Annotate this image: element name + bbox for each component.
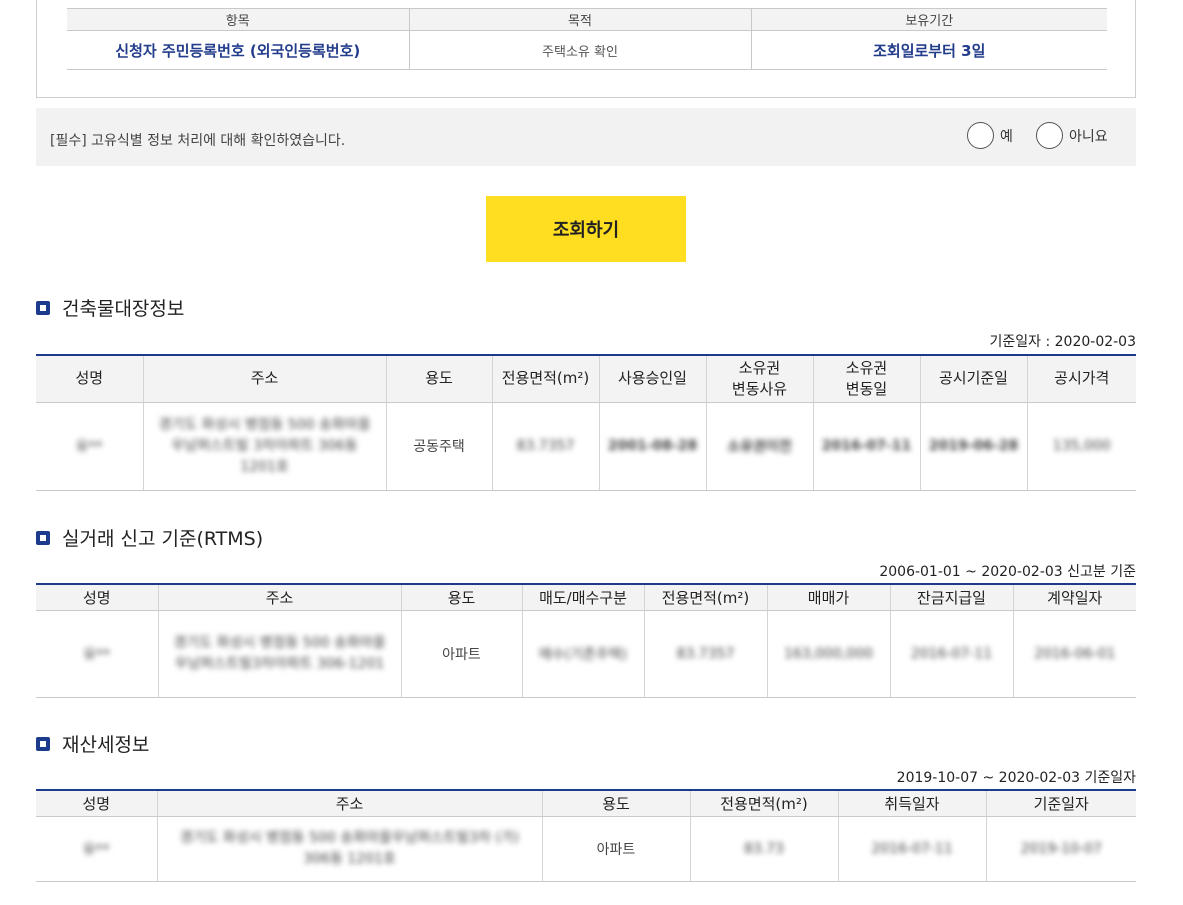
tax-use: 아파트 xyxy=(541,816,690,882)
building-col-change-reason: 소유권 변동사유 xyxy=(705,355,813,403)
consent-retention: 조회일로부터 3일 xyxy=(750,30,1107,70)
building-owner-name: 유** xyxy=(36,402,143,491)
table-row: 유** 경기도 화성시 병점동 500 송화마을우남퍼스트빌 3차아파트 306… xyxy=(36,402,1136,491)
building-col-area: 전용면적(m²) xyxy=(491,355,599,403)
building-area: 83.7357 xyxy=(491,402,599,491)
building-change-reason: 소유권이전 xyxy=(705,402,813,491)
rtms-col-payment-date: 잔금지급일 xyxy=(889,584,1013,611)
building-change-date: 2016-07-11 xyxy=(812,402,920,491)
rtms-table: 성명 주소 용도 매도/매수구분 전용면적(m²) 매매가 잔금지급일 계약일자… xyxy=(36,583,1136,698)
building-notice-date: 2019-06-28 xyxy=(919,402,1027,491)
consent-info-box: 항목 목적 보유기간 신청자 주민등록번호 (외국인등록번호) 주택소유 확인 … xyxy=(36,0,1136,98)
inquiry-button[interactable]: 조회하기 xyxy=(486,196,686,262)
consent-purpose: 주택소유 확인 xyxy=(408,30,751,70)
building-col-address: 주소 xyxy=(142,355,386,403)
radio-no[interactable]: 아니요 xyxy=(1036,122,1108,149)
rtms-trade-type: 매수(기존주택) xyxy=(521,610,644,698)
radio-no-label[interactable]: 아니요 xyxy=(1069,126,1108,146)
tax-basis-date: 2019-10-07 ~ 2020-02-03 기준일자 xyxy=(896,770,1136,786)
rtms-title-text: 실거래 신고 기준(RTMS) xyxy=(62,528,264,550)
table-row: 유** 경기도 화성시 병점동 500 송화마을우남퍼스트빌3차아파트 306-… xyxy=(36,610,1136,698)
tax-col-area: 전용면적(m²) xyxy=(689,790,838,817)
building-section-title: 건축물대장정보 xyxy=(36,294,184,321)
building-header-row: 성명 주소 용도 전용면적(m²) 사용승인일 소유권 변동사유 소유권 변동일… xyxy=(36,355,1136,403)
building-title-text: 건축물대장정보 xyxy=(62,298,185,320)
radio-yes-label[interactable]: 예 xyxy=(1000,126,1013,146)
table-row: 유** 경기도 화성시 병점동 500 송화마을우남퍼스트빌3차 (가) 306… xyxy=(36,816,1136,882)
rtms-use: 아파트 xyxy=(400,610,522,698)
tax-address: 경기도 화성시 병점동 500 송화마을우남퍼스트빌3차 (가) 306동 12… xyxy=(156,816,542,882)
tax-acquired-date: 2016-07-11 xyxy=(837,816,986,882)
rtms-section-title: 실거래 신고 기준(RTMS) xyxy=(36,524,263,551)
tax-basis-date-value: 2019-10-07 xyxy=(985,816,1136,882)
tax-owner-name: 유** xyxy=(36,816,157,882)
rtms-col-address: 주소 xyxy=(157,584,401,611)
rtms-col-trade-type: 매도/매수구분 xyxy=(521,584,644,611)
building-col-notice-date: 공시기준일 xyxy=(919,355,1027,403)
consent-header-purpose: 목적 xyxy=(408,8,751,31)
rtms-basis-date: 2006-01-01 ~ 2020-02-03 신고분 기준 xyxy=(879,564,1136,580)
building-use: 공동주택 xyxy=(385,402,492,491)
building-col-name: 성명 xyxy=(36,355,143,403)
building-notice-price: 135,000 xyxy=(1026,402,1136,491)
tax-col-use: 용도 xyxy=(541,790,690,817)
building-col-approval: 사용승인일 xyxy=(598,355,706,403)
rtms-price: 163,000,000 xyxy=(766,610,890,698)
rtms-header-row: 성명 주소 용도 매도/매수구분 전용면적(m²) 매매가 잔금지급일 계약일자 xyxy=(36,584,1136,611)
building-approval-date: 2001-08-28 xyxy=(598,402,706,491)
tax-section-title: 재산세정보 xyxy=(36,730,149,757)
confirm-text: [필수] 고유식별 정보 처리에 대해 확인하였습니다. xyxy=(50,133,346,149)
section-bullet-icon xyxy=(36,736,50,751)
building-basis-date: 기준일자 : 2020-02-03 xyxy=(989,334,1137,350)
consent-table: 항목 목적 보유기간 신청자 주민등록번호 (외국인등록번호) 주택소유 확인 … xyxy=(67,8,1107,70)
rtms-area: 83.7357 xyxy=(643,610,767,698)
building-col-use: 용도 xyxy=(385,355,492,403)
radio-yes[interactable]: 예 xyxy=(967,122,1013,149)
radio-yes-circle[interactable] xyxy=(967,122,994,149)
rtms-address: 경기도 화성시 병점동 500 송화마을우남퍼스트빌3차아파트 306-1201 xyxy=(157,610,401,698)
rtms-contract-date: 2016-06-01 xyxy=(1012,610,1136,698)
tax-col-name: 성명 xyxy=(36,790,157,817)
building-address: 경기도 화성시 병점동 500 송화마을우남퍼스트빌 3차아파트 306동 12… xyxy=(142,402,386,491)
rtms-col-contract-date: 계약일자 xyxy=(1012,584,1136,611)
building-table: 성명 주소 용도 전용면적(m²) 사용승인일 소유권 변동사유 소유권 변동일… xyxy=(36,354,1136,491)
consent-header-retention: 보유기간 xyxy=(750,8,1107,31)
tax-col-basis: 기준일자 xyxy=(985,790,1136,817)
tax-header-row: 성명 주소 용도 전용면적(m²) 취득일자 기준일자 xyxy=(36,790,1136,817)
confirm-bar: [필수] 고유식별 정보 처리에 대해 확인하였습니다. 예 아니요 xyxy=(36,108,1136,166)
tax-table: 성명 주소 용도 전용면적(m²) 취득일자 기준일자 유** 경기도 화성시 … xyxy=(36,789,1136,882)
rtms-col-price: 매매가 xyxy=(766,584,890,611)
radio-no-circle[interactable] xyxy=(1036,122,1063,149)
tax-col-address: 주소 xyxy=(156,790,542,817)
consent-item: 신청자 주민등록번호 (외국인등록번호) xyxy=(67,30,409,70)
building-col-change-date: 소유권 변동일 xyxy=(812,355,920,403)
rtms-col-use: 용도 xyxy=(400,584,522,611)
tax-area: 83.73 xyxy=(689,816,838,882)
rtms-owner-name: 유** xyxy=(36,610,158,698)
section-bullet-icon xyxy=(36,300,50,315)
tax-title-text: 재산세정보 xyxy=(62,734,150,756)
tax-col-acquired: 취득일자 xyxy=(837,790,986,817)
section-bullet-icon xyxy=(36,530,50,545)
building-col-notice-price: 공시가격 xyxy=(1026,355,1136,403)
rtms-col-name: 성명 xyxy=(36,584,158,611)
consent-header-item: 항목 xyxy=(67,8,409,31)
rtms-col-area: 전용면적(m²) xyxy=(643,584,767,611)
rtms-payment-date: 2016-07-11 xyxy=(889,610,1013,698)
